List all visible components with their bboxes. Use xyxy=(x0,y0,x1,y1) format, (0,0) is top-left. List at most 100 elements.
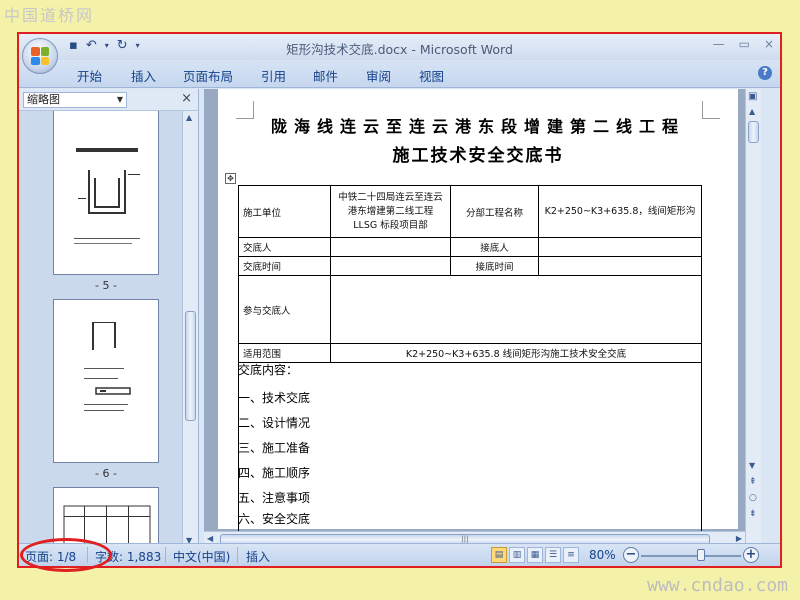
ruler-toggle-icon[interactable]: ▣ xyxy=(748,91,757,102)
table-cell: K2+250~K3+635.8 线间矩形沟施工技术安全交底 xyxy=(330,343,702,363)
status-divider xyxy=(165,547,166,563)
section-notes: 五、注意事项 xyxy=(238,491,311,505)
previous-page-icon[interactable]: ⇞ xyxy=(749,477,757,487)
table-cell: 交底人 xyxy=(238,237,331,257)
section-sequence: 四、施工顺序 xyxy=(238,466,311,480)
table-cell xyxy=(538,237,702,257)
highlight-ellipse xyxy=(20,538,112,572)
scroll-right-icon[interactable]: ▶ xyxy=(736,534,742,543)
close-pane-icon[interactable]: × xyxy=(181,91,192,106)
section-technical: 一、技术交底 xyxy=(238,391,311,405)
redo-icon[interactable]: ↻ xyxy=(117,38,128,53)
office-button[interactable] xyxy=(22,38,58,74)
undo-icon[interactable]: ↶ xyxy=(86,38,97,53)
close-button[interactable]: × xyxy=(764,37,774,51)
minimize-button[interactable]: — xyxy=(713,37,725,51)
section-safety: 六、安全交底 xyxy=(238,512,311,526)
tab-page-layout[interactable]: 页面布局 xyxy=(183,66,233,85)
scroll-up-icon[interactable]: ▲ xyxy=(186,113,192,122)
table-cell: 接底人 xyxy=(450,237,539,257)
zoom-slider-track[interactable] xyxy=(641,555,741,557)
table-cell: 中铁二十四局连云至连云港东增建第二线工程 LLSG 标段项目部 xyxy=(330,185,451,238)
quick-access-toolbar: ▪ ↶ ▾ ↻ ▾ xyxy=(65,38,140,53)
thumbnail-page-5[interactable] xyxy=(53,111,159,275)
title-bar: 矩形沟技术交底.docx - Microsoft Word ▪ ↶ ▾ ↻ ▾ … xyxy=(19,34,780,60)
web-layout-icon[interactable]: ▦ xyxy=(527,547,543,563)
zoom-out-icon[interactable]: − xyxy=(623,547,639,563)
insert-mode[interactable]: 插入 xyxy=(246,548,270,565)
save-icon[interactable]: ▪ xyxy=(69,38,78,53)
help-icon[interactable]: ? xyxy=(758,66,772,80)
thumbnail-scroll-thumb[interactable] xyxy=(185,311,196,421)
table-row: 施工单位 中铁二十四局连云至连云港东增建第二线工程 LLSG 标段项目部 分部工… xyxy=(238,185,702,238)
ribbon-tabs: 开始 插入 页面布局 引用 邮件 审阅 视图 ? xyxy=(19,60,780,88)
full-screen-reading-icon[interactable]: ▥ xyxy=(509,547,525,563)
document-title-line2: 施工技术安全交底书 xyxy=(392,146,564,166)
document-vertical-scrollbar[interactable]: ▣ ▲ ▼ ⇞ ○ ⇟ xyxy=(745,89,761,547)
language-indicator[interactable]: 中文(中国) xyxy=(173,548,230,565)
thumbnail-scrollbar[interactable]: ▲ ▼ xyxy=(182,111,198,547)
section-preparation: 三、施工准备 xyxy=(238,441,311,455)
next-page-icon[interactable]: ⇟ xyxy=(749,509,757,519)
outline-view-icon[interactable]: ☰ xyxy=(545,547,561,563)
table-cell: 交底时间 xyxy=(238,256,331,276)
window-controls: — ▭ × xyxy=(713,37,774,51)
watermark-top: 中国道桥网 xyxy=(4,6,95,25)
thumbnail-pane: 缩略图 ▼ × - 5 - - 6 - ▲ ▼ xyxy=(19,89,199,547)
thumbnail-selector[interactable]: 缩略图 ▼ xyxy=(23,92,127,108)
document-title-line1: 陇海线连云至连云港东段增建第二线工程 xyxy=(270,117,685,136)
draft-view-icon[interactable]: ≡ xyxy=(563,547,579,563)
table-cell xyxy=(330,275,702,344)
table-cell: 接底时间 xyxy=(450,256,539,276)
zoom-slider-thumb[interactable] xyxy=(697,549,705,561)
status-divider xyxy=(237,547,238,563)
table-cell xyxy=(330,237,451,257)
table-move-handle-icon[interactable]: ✥ xyxy=(225,173,236,184)
thumbnail-selector-label: 缩略图 xyxy=(27,93,60,106)
chevron-down-icon: ▼ xyxy=(116,95,123,104)
zoom-level[interactable]: 80% xyxy=(589,548,616,562)
table-cell: 分部工程名称 xyxy=(450,185,539,238)
thumbnail-page-number: - 6 - xyxy=(95,467,117,480)
thumbnail-header: 缩略图 ▼ × xyxy=(19,89,198,111)
scroll-down-icon[interactable]: ▼ xyxy=(749,461,755,470)
table-row: 交底时间 接底时间 xyxy=(238,256,702,276)
zoom-in-icon[interactable]: + xyxy=(743,547,759,563)
document-page[interactable]: 陇海线连云至连云港东段增建第二线工程 施工技术安全交底书 ✥ 施工单位 中铁二十… xyxy=(218,89,738,537)
status-bar: 页面: 1/8 字数: 1,883 中文(中国) 插入 ▤ ▥ ▦ ☰ ≡ 80… xyxy=(19,543,780,566)
content-heading: 交底内容： xyxy=(238,363,299,377)
section-design: 二、设计情况 xyxy=(238,416,311,430)
tab-home[interactable]: 开始 xyxy=(77,66,102,85)
table-cell: K2+250~K3+635.8，线间矩形沟 xyxy=(538,185,702,238)
restore-button[interactable]: ▭ xyxy=(739,37,750,51)
table-row: 参与交底人 xyxy=(238,275,702,344)
print-layout-view-icon[interactable]: ▤ xyxy=(491,547,507,563)
scroll-left-icon[interactable]: ◀ xyxy=(207,534,213,543)
handover-table: 施工单位 中铁二十四局连云至连云港东增建第二线工程 LLSG 标段项目部 分部工… xyxy=(238,185,702,537)
tab-view[interactable]: 视图 xyxy=(419,66,444,85)
thumbnail-list: - 5 - - 6 - xyxy=(19,111,183,547)
table-row: 交底人 接底人 xyxy=(238,237,702,257)
table-cell xyxy=(538,256,702,276)
thumbnail-drawing-icon xyxy=(74,148,140,244)
watermark-bottom: www.cndao.com xyxy=(647,575,788,596)
browse-object-icon[interactable]: ○ xyxy=(749,493,757,503)
document-scroll-thumb[interactable] xyxy=(748,121,759,143)
table-cell: 施工单位 xyxy=(238,185,331,238)
tab-insert[interactable]: 插入 xyxy=(131,66,156,85)
table-cell: 适用范围 xyxy=(238,343,331,363)
word-window: 矩形沟技术交底.docx - Microsoft Word ▪ ↶ ▾ ↻ ▾ … xyxy=(17,32,782,568)
tab-review[interactable]: 审阅 xyxy=(366,66,391,85)
thumbnail-page-6[interactable] xyxy=(53,299,159,463)
table-cell xyxy=(330,256,451,276)
customize-qat-icon[interactable]: ▾ xyxy=(136,41,140,50)
thumbnail-drawing-icon xyxy=(84,322,131,411)
tab-references[interactable]: 引用 xyxy=(261,66,286,85)
office-logo-icon xyxy=(31,47,49,65)
table-cell: 参与交底人 xyxy=(238,275,331,344)
tab-mailings[interactable]: 邮件 xyxy=(313,66,338,85)
thumbnail-page-number: - 5 - xyxy=(95,279,117,292)
scroll-up-icon[interactable]: ▲ xyxy=(749,107,755,116)
dropdown-icon[interactable]: ▾ xyxy=(105,41,109,50)
table-row: 适用范围 K2+250~K3+635.8 线间矩形沟施工技术安全交底 xyxy=(238,343,702,363)
